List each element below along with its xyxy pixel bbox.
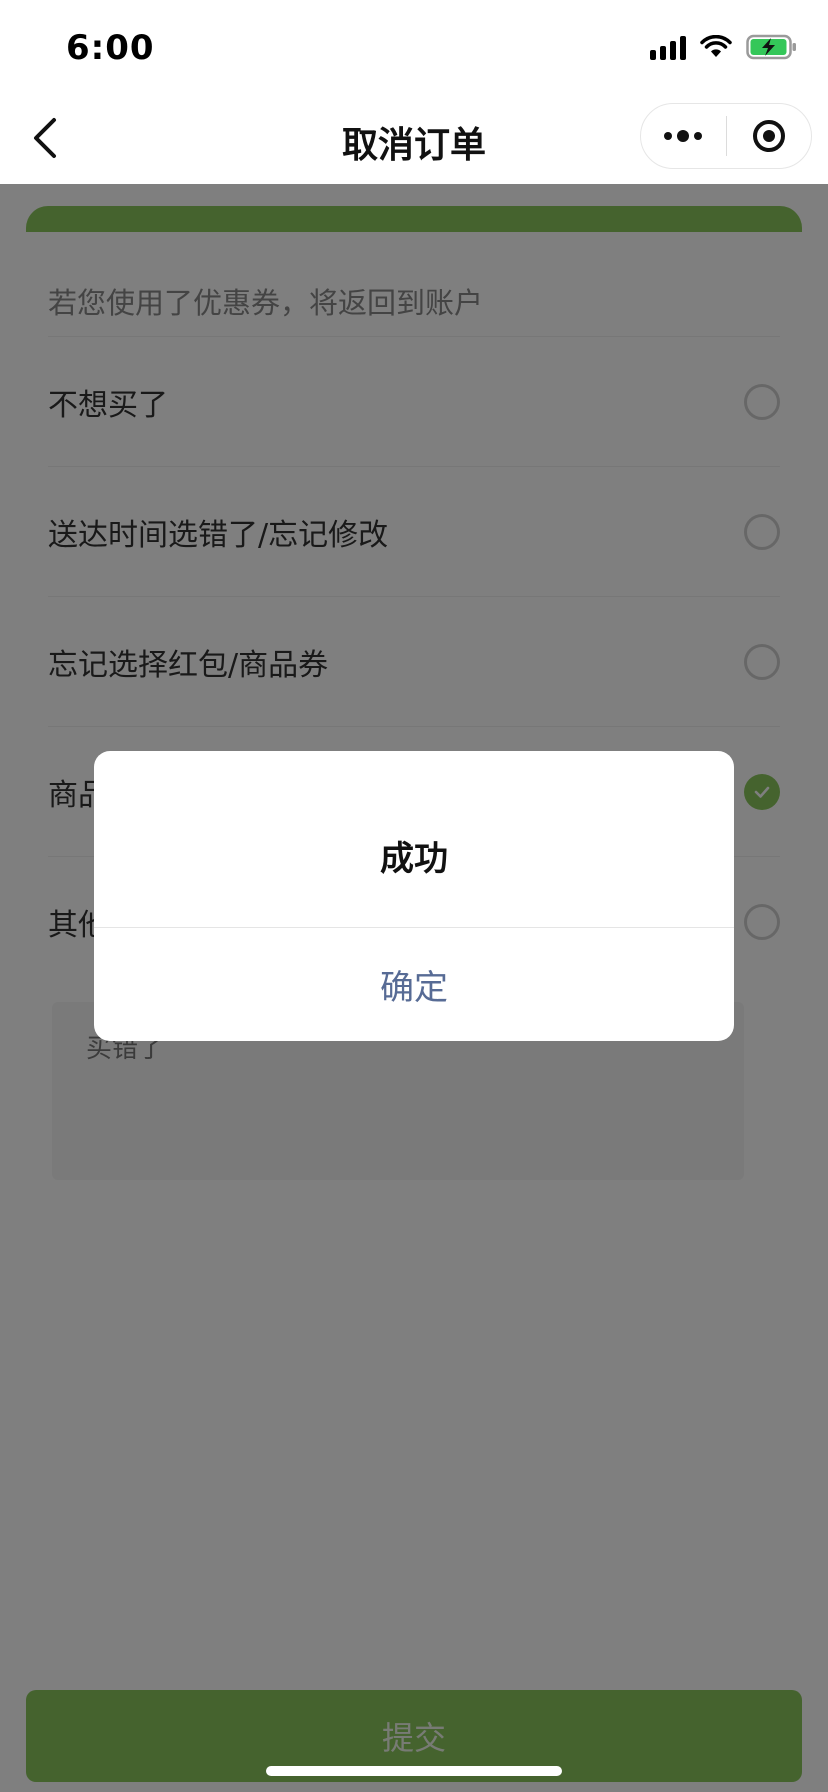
more-dots-icon [664,130,703,142]
battery-charging-icon [746,34,796,60]
miniprogram-capsule [640,103,812,169]
home-indicator [266,1766,562,1776]
target-icon [752,120,785,152]
status-time: 6:00 [66,28,155,68]
more-button[interactable] [641,104,726,168]
status-bar: 6:00 [0,0,828,92]
close-miniprogram-button[interactable] [727,104,812,168]
success-dialog: 成功 确定 [94,751,734,1041]
dialog-title: 成功 [380,839,448,879]
confirm-button[interactable]: 确定 [94,928,734,1041]
cellular-signal-icon [650,34,686,60]
status-icons [650,34,798,60]
nav-bar: 取消订单 [0,92,828,184]
wifi-icon [700,35,732,57]
